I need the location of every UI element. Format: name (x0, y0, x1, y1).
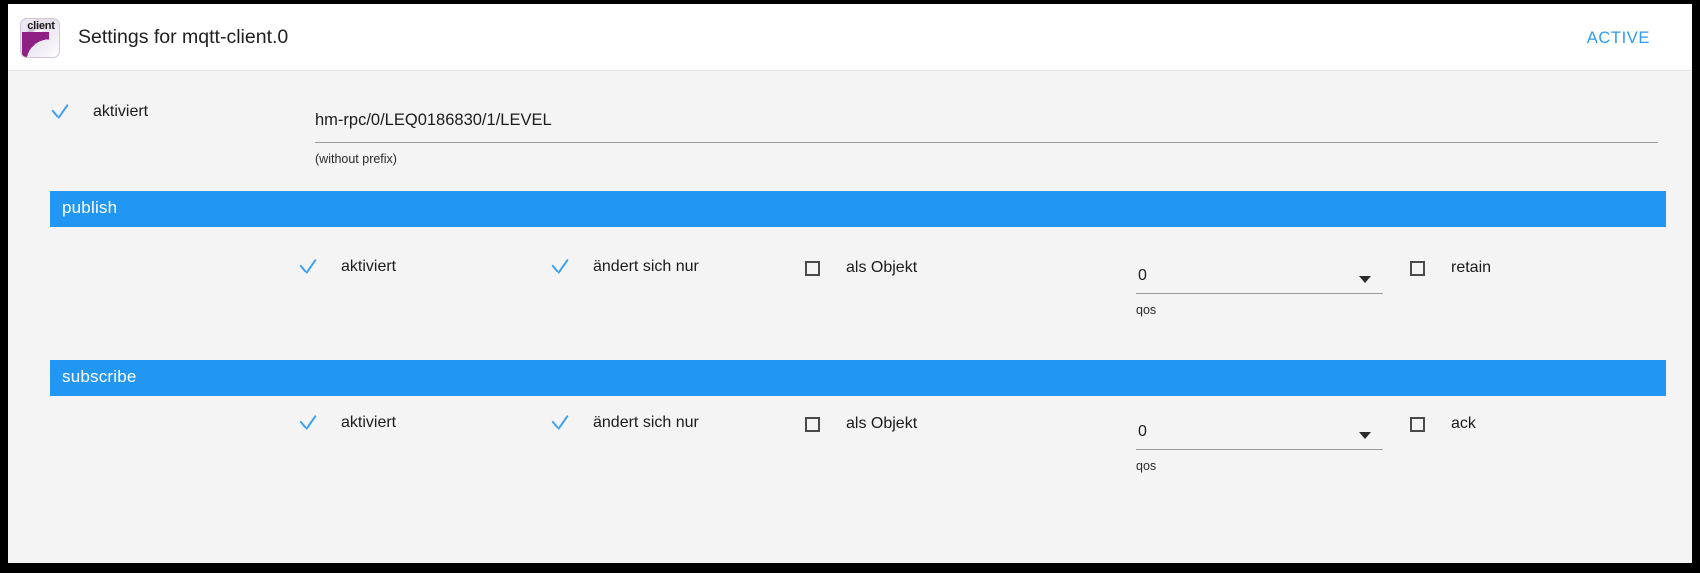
checkmark-icon (298, 413, 318, 433)
publish-qos-value: 0 (1138, 267, 1147, 284)
publish-qos-select[interactable]: 0 qos (1136, 267, 1383, 317)
publish-onchange-checkbox[interactable]: ändert sich nur (550, 257, 699, 277)
icon-label: client (27, 20, 55, 32)
publish-qos-underline (1136, 293, 1383, 294)
status-badge: ACTIVE (1586, 29, 1650, 47)
settings-window: client Settings for mqtt-client.0 ACTIVE… (8, 4, 1692, 563)
topic-hint: (without prefix) (315, 152, 397, 166)
publish-retain-checkbox[interactable]: retain (1408, 259, 1491, 277)
section-title-publish: publish (62, 198, 118, 217)
checkmark-icon (298, 257, 318, 277)
subscribe-qos-select-row[interactable]: 0 (1136, 423, 1383, 449)
topic-field[interactable]: hm-rpc/0/LEQ0186830/1/LEVEL (without pre… (315, 111, 1658, 166)
icon-arc-inner (22, 32, 49, 57)
publish-qos-select-row[interactable]: 0 (1136, 267, 1383, 293)
checkmark-icon (550, 413, 570, 433)
subscribe-onchange-checkbox[interactable]: ändert sich nur (550, 413, 699, 433)
subscribe-as-object-label: als Objekt (846, 415, 918, 432)
mqtt-client-icon: client (20, 18, 60, 58)
subscribe-enabled-checkbox[interactable]: aktiviert (298, 413, 396, 433)
page-title: Settings for mqtt-client.0 (78, 26, 289, 48)
subscribe-qos-select[interactable]: 0 qos (1136, 423, 1383, 473)
enabled-checkbox[interactable]: aktiviert (50, 102, 148, 122)
subscribe-qos-caption: qos (1136, 459, 1157, 473)
chevron-down-icon[interactable] (1359, 276, 1371, 283)
publish-as-object-checkbox[interactable]: als Objekt (803, 259, 917, 277)
subscribe-enabled-label: aktiviert (341, 414, 397, 431)
empty-checkbox-icon (1410, 260, 1425, 276)
empty-checkbox-icon (805, 260, 820, 276)
subscribe-qos-value: 0 (1138, 423, 1147, 440)
section-header-publish: publish (50, 191, 1666, 227)
subscribe-as-object-checkbox[interactable]: als Objekt (803, 415, 917, 433)
chevron-down-icon[interactable] (1359, 432, 1371, 439)
subscribe-onchange-label: ändert sich nur (593, 414, 699, 431)
section-title-subscribe: subscribe (62, 367, 137, 386)
topic-input-underline (315, 142, 1658, 143)
checkmark-icon (50, 102, 70, 122)
publish-enabled-checkbox[interactable]: aktiviert (298, 257, 396, 277)
empty-checkbox-icon (805, 416, 820, 432)
empty-checkbox-icon (1410, 416, 1425, 432)
enabled-checkbox-label: aktiviert (93, 103, 149, 120)
window-header: client Settings for mqtt-client.0 ACTIVE (8, 4, 1692, 71)
section-header-subscribe: subscribe (50, 360, 1666, 396)
publish-onchange-label: ändert sich nur (593, 258, 699, 275)
subscribe-ack-checkbox[interactable]: ack (1408, 415, 1476, 433)
publish-enabled-label: aktiviert (341, 258, 397, 275)
publish-qos-caption: qos (1136, 303, 1157, 317)
publish-as-object-label: als Objekt (846, 259, 918, 276)
checkmark-icon (550, 257, 570, 277)
publish-retain-label: retain (1451, 259, 1492, 276)
topic-input[interactable]: hm-rpc/0/LEQ0186830/1/LEVEL (315, 111, 1658, 142)
subscribe-qos-underline (1136, 449, 1383, 450)
settings-body: aktiviert hm-rpc/0/LEQ0186830/1/LEVEL (w… (8, 71, 1692, 563)
subscribe-ack-label: ack (1451, 415, 1476, 432)
